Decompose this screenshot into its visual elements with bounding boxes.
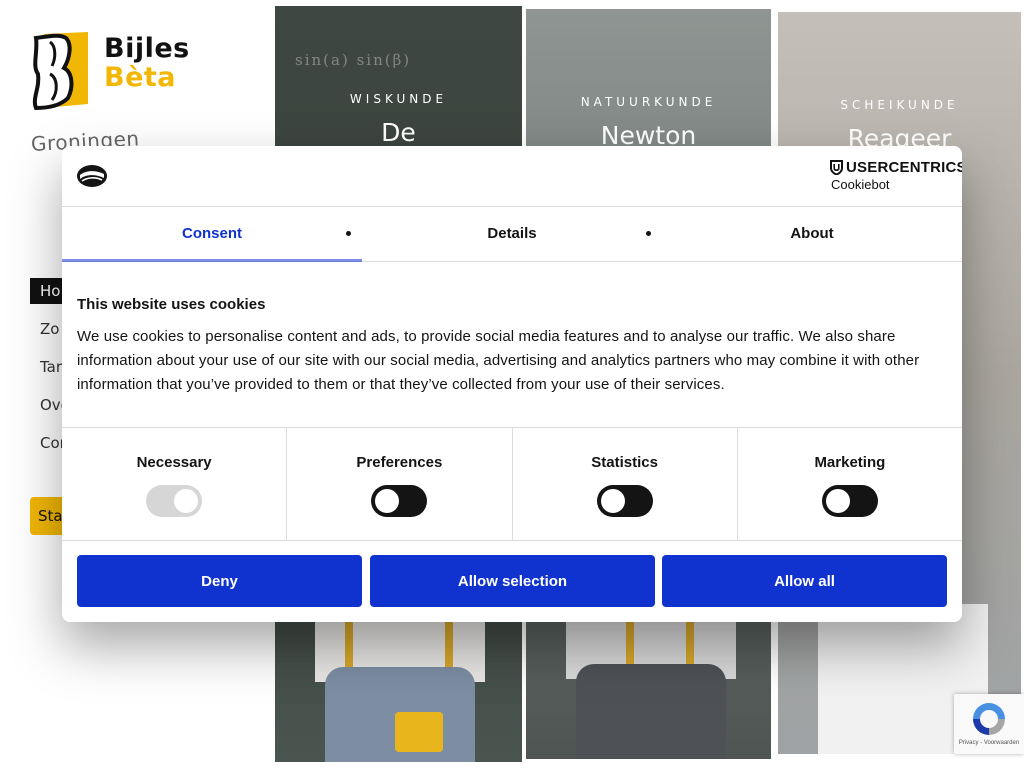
- marketing-switch[interactable]: [821, 485, 878, 517]
- toggle-necessary: Necessary: [62, 428, 288, 540]
- teacher-photo: [556, 609, 746, 759]
- recaptcha-badge[interactable]: Privacy - Voorwaarden: [954, 694, 1024, 754]
- consent-body: We use cookies to personalise content an…: [77, 328, 920, 393]
- toggle-label: Marketing: [814, 454, 886, 471]
- consent-toggles: Necessary Preferences Statistics Marketi…: [62, 427, 962, 541]
- toggle-label: Necessary: [136, 454, 212, 471]
- card-title: De: [381, 118, 416, 147]
- deny-button[interactable]: Deny: [77, 555, 362, 607]
- chalkboard-formula: sin(a) sin(β): [295, 51, 412, 69]
- toggle-marketing: Marketing: [738, 428, 962, 540]
- recaptcha-footer[interactable]: Privacy - Voorwaarden: [954, 740, 1024, 746]
- teacher-photo: [305, 612, 495, 762]
- tab-separator: [646, 231, 651, 236]
- shield-icon: [830, 160, 843, 175]
- toggle-statistics: Statistics: [513, 428, 738, 540]
- usercentrics-logo[interactable]: USERCENTRICS Cookiebot: [830, 159, 962, 193]
- card-label: WISKUNDE: [349, 92, 448, 106]
- toggle-preferences: Preferences: [287, 428, 513, 540]
- consent-buttons: Deny Allow selection Allow all: [77, 555, 947, 607]
- cookiebot-logo-icon: [77, 165, 107, 187]
- card-label: SCHEIKUNDE: [840, 98, 959, 112]
- usercentrics-brand: USERCENTRICS: [846, 159, 962, 176]
- logo-line-1: Bijles: [104, 33, 190, 64]
- recaptcha-icon: [973, 703, 1005, 735]
- card-label: NATUURKUNDE: [580, 95, 717, 109]
- allow-all-button[interactable]: Allow all: [662, 555, 947, 607]
- allow-selection-button[interactable]: Allow selection: [370, 555, 655, 607]
- tab-consent[interactable]: Consent: [62, 206, 362, 262]
- cookiebot-brand: Cookiebot: [831, 177, 890, 192]
- consent-heading: This website uses cookies: [77, 296, 266, 313]
- site-logo[interactable]: Bijles Bèta: [30, 28, 210, 112]
- consent-content: This website uses cookies We use cookies…: [77, 296, 947, 397]
- tab-separator: [346, 231, 351, 236]
- logo-line-2: Bèta: [104, 62, 177, 93]
- statistics-switch[interactable]: [596, 485, 653, 517]
- cookie-consent-dialog: USERCENTRICS Cookiebot Consent Details A…: [62, 146, 962, 622]
- preferences-switch[interactable]: [371, 485, 428, 517]
- tab-details[interactable]: Details: [362, 206, 662, 261]
- tab-about[interactable]: About: [662, 206, 962, 261]
- book-logo-icon: [32, 32, 88, 111]
- toggle-label: Preferences: [356, 454, 443, 471]
- dialog-tabs: Consent Details About: [62, 206, 962, 262]
- necessary-switch: [146, 485, 203, 517]
- dialog-header: USERCENTRICS Cookiebot: [62, 146, 962, 207]
- toggle-label: Statistics: [591, 454, 658, 471]
